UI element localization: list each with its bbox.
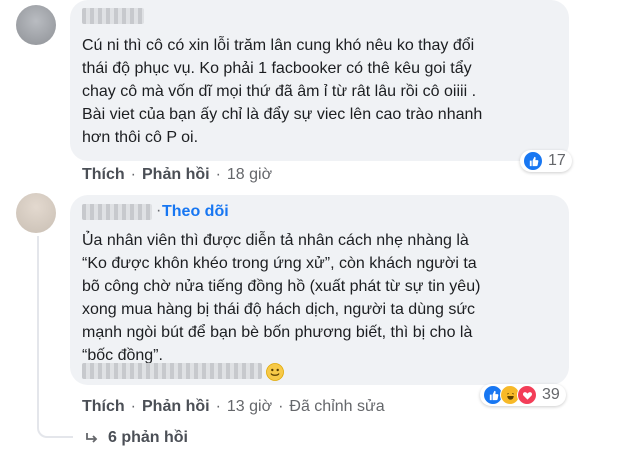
comment-bubble: · Theo dõi Ủa nhân viên thì được diễn tả… [70, 195, 569, 385]
comment-actions: Thích · Phản hồi · 13 giờ · Đã chỉnh sửa [82, 398, 385, 416]
comment-timestamp[interactable]: 18 giờ [227, 166, 272, 184]
like-reaction-icon [523, 151, 543, 171]
separator-dot: · [215, 398, 221, 415]
like-button[interactable]: Thích [82, 398, 125, 416]
separator-dot: · [130, 166, 136, 183]
separator-dot: · [215, 166, 221, 183]
follow-button[interactable]: Theo dõi [162, 203, 229, 221]
comment-text: Cú ni thì cô có xin lỗi trăm lân cung kh… [82, 37, 483, 146]
commenter-name-redacted[interactable] [82, 204, 152, 220]
smiley-emoji-icon [266, 363, 284, 381]
reaction-summary[interactable]: 17 [520, 150, 572, 172]
reply-button[interactable]: Phản hồi [142, 166, 210, 184]
reply-arrow-icon [86, 433, 98, 443]
separator-dot: · [278, 398, 284, 415]
reaction-summary[interactable]: 39 [480, 384, 566, 406]
commenter-avatar[interactable] [16, 5, 56, 45]
edited-label[interactable]: Đã chỉnh sửa [289, 398, 384, 416]
tagged-user-redacted[interactable] [82, 363, 262, 379]
separator-dot: · [130, 398, 136, 415]
thread-connector [37, 236, 73, 438]
like-button[interactable]: Thích [82, 166, 125, 184]
comment-actions: Thích · Phản hồi · 18 giờ [82, 166, 272, 184]
comment-bubble: Cú ni thì cô có xin lỗi trăm lân cung kh… [70, 0, 569, 161]
replies-count-label[interactable]: 6 phản hồi [108, 429, 188, 447]
separator-dot: · [156, 202, 162, 219]
love-reaction-icon [517, 385, 537, 405]
reaction-count: 39 [542, 386, 560, 403]
commenter-name-redacted[interactable] [82, 8, 144, 24]
comment-text: Ủa nhân viên thì được diễn tả nhân cách … [82, 232, 481, 364]
view-replies-link[interactable]: 6 phản hồi [84, 429, 188, 447]
commenter-avatar[interactable] [16, 193, 56, 233]
reaction-count: 17 [548, 152, 566, 169]
reply-button[interactable]: Phản hồi [142, 398, 210, 416]
comment-timestamp[interactable]: 13 giờ [227, 398, 272, 416]
